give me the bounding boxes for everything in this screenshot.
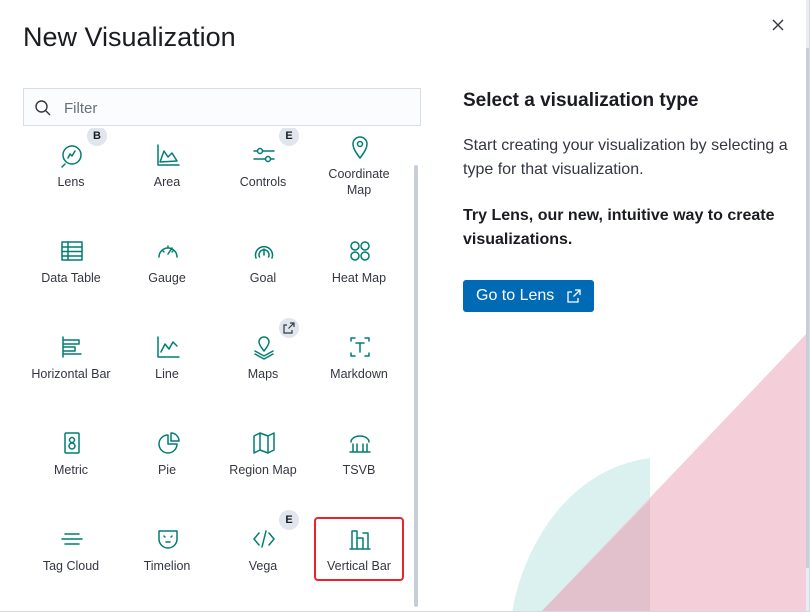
page-title: New Visualization xyxy=(23,22,236,52)
grid-scrollbar[interactable] xyxy=(414,165,418,607)
search-icon xyxy=(35,100,51,116)
panel-heading: Select a visualization type xyxy=(463,90,699,111)
viz-type-label: Lens xyxy=(57,175,85,189)
viz-type-label: Area xyxy=(153,175,181,189)
viz-type-gauge[interactable]: Gauge xyxy=(121,228,213,318)
beta-badge: E xyxy=(279,128,299,146)
new-visualization-modal: New Visualization Lens B Area Controls E Coor… xyxy=(0,0,810,612)
viz-type-label: Metric xyxy=(53,463,89,477)
beta-badge: B xyxy=(87,128,107,146)
go-to-lens-button[interactable]: Go to Lens xyxy=(463,280,594,312)
go-to-lens-label: Go to Lens xyxy=(476,287,555,304)
goal-icon xyxy=(251,238,277,264)
filter-input[interactable] xyxy=(62,89,416,127)
viz-type-label: Line xyxy=(155,367,179,381)
viz-type-timelion[interactable]: Timelion xyxy=(121,516,213,606)
viz-type-label: Tag Cloud xyxy=(42,559,100,573)
viz-type-lens[interactable]: Lens B xyxy=(25,128,117,222)
beta-badge: E xyxy=(279,510,299,530)
external-link-icon xyxy=(279,318,299,338)
maps-icon xyxy=(251,334,277,360)
viz-type-label: Vega xyxy=(248,559,278,573)
viz-type-label: Pie xyxy=(157,463,177,477)
viz-type-vertical-bar[interactable]: Vertical Bar xyxy=(313,516,405,606)
viz-type-tsvb[interactable]: TSVB xyxy=(313,420,405,510)
tsvb-icon xyxy=(347,430,373,456)
heatmap-icon xyxy=(347,238,373,264)
viz-type-vega[interactable]: Vega E xyxy=(217,510,309,606)
pie-chart-icon xyxy=(155,430,181,456)
timelion-icon xyxy=(155,526,181,552)
viz-type-pie[interactable]: Pie xyxy=(121,420,213,510)
viz-type-label: Goal xyxy=(249,271,277,285)
page-scrollbar[interactable] xyxy=(806,0,809,611)
viz-type-label: Horizontal Bar xyxy=(31,367,111,381)
viz-type-label: Timelion xyxy=(143,559,191,573)
viz-type-data-table[interactable]: Data Table xyxy=(25,228,117,318)
tag-cloud-icon xyxy=(59,526,85,552)
area-chart-icon xyxy=(155,142,181,168)
viz-type-heat-map[interactable]: Heat Map xyxy=(313,228,405,318)
viz-type-label: TSVB xyxy=(342,463,376,477)
viz-type-label: Markdown xyxy=(330,367,388,381)
gauge-icon xyxy=(155,238,181,264)
viz-type-maps[interactable]: Maps xyxy=(217,318,309,414)
vertical-bar-icon xyxy=(347,526,373,552)
viz-type-label: Vertical Bar xyxy=(327,559,391,573)
viz-type-region-map[interactable]: Region Map xyxy=(217,420,309,510)
panel-description: Start creating your visualization by sel… xyxy=(463,137,788,178)
horizontal-bar-icon xyxy=(59,334,85,360)
viz-type-label: Coordinate Map xyxy=(328,167,390,197)
viz-type-markdown[interactable]: Markdown xyxy=(313,324,405,414)
viz-type-label: Controls xyxy=(239,175,287,189)
viz-type-label: Heat Map xyxy=(331,271,387,285)
filter-search xyxy=(23,88,421,127)
line-chart-icon xyxy=(155,334,181,360)
description-panel: Select a visualization type Start creati… xyxy=(463,90,793,252)
viz-type-label: Maps xyxy=(247,367,279,381)
viz-type-goal[interactable]: Goal xyxy=(217,228,309,318)
viz-type-horizontal-bar[interactable]: Horizontal Bar xyxy=(25,324,117,414)
viz-type-label: Data Table xyxy=(41,271,101,285)
viz-type-tag-cloud[interactable]: Tag Cloud xyxy=(25,516,117,606)
controls-icon xyxy=(251,142,277,168)
viz-type-label: Region Map xyxy=(229,463,297,477)
map-pin-icon xyxy=(347,134,373,160)
viz-type-label: Gauge xyxy=(148,271,186,285)
lens-promo: Try Lens, our new, intuitive way to crea… xyxy=(463,207,775,248)
viz-type-coordinate-map[interactable]: Coordinate Map xyxy=(313,132,405,222)
external-link-icon xyxy=(567,289,581,303)
metric-icon xyxy=(59,430,85,456)
visualization-type-grid: Lens B Area Controls E Coordinate Map Data Tab… xyxy=(23,128,421,606)
lens-icon xyxy=(59,142,85,168)
viz-type-line[interactable]: Line xyxy=(121,324,213,414)
viz-type-metric[interactable]: Metric xyxy=(25,420,117,510)
table-icon xyxy=(59,238,85,264)
close-icon xyxy=(772,19,784,31)
close-button[interactable] xyxy=(768,15,788,35)
viz-type-controls[interactable]: Controls E xyxy=(217,128,309,222)
viz-type-area[interactable]: Area xyxy=(121,132,213,222)
region-map-icon xyxy=(251,430,277,456)
markdown-icon xyxy=(347,334,373,360)
code-icon xyxy=(251,526,277,552)
